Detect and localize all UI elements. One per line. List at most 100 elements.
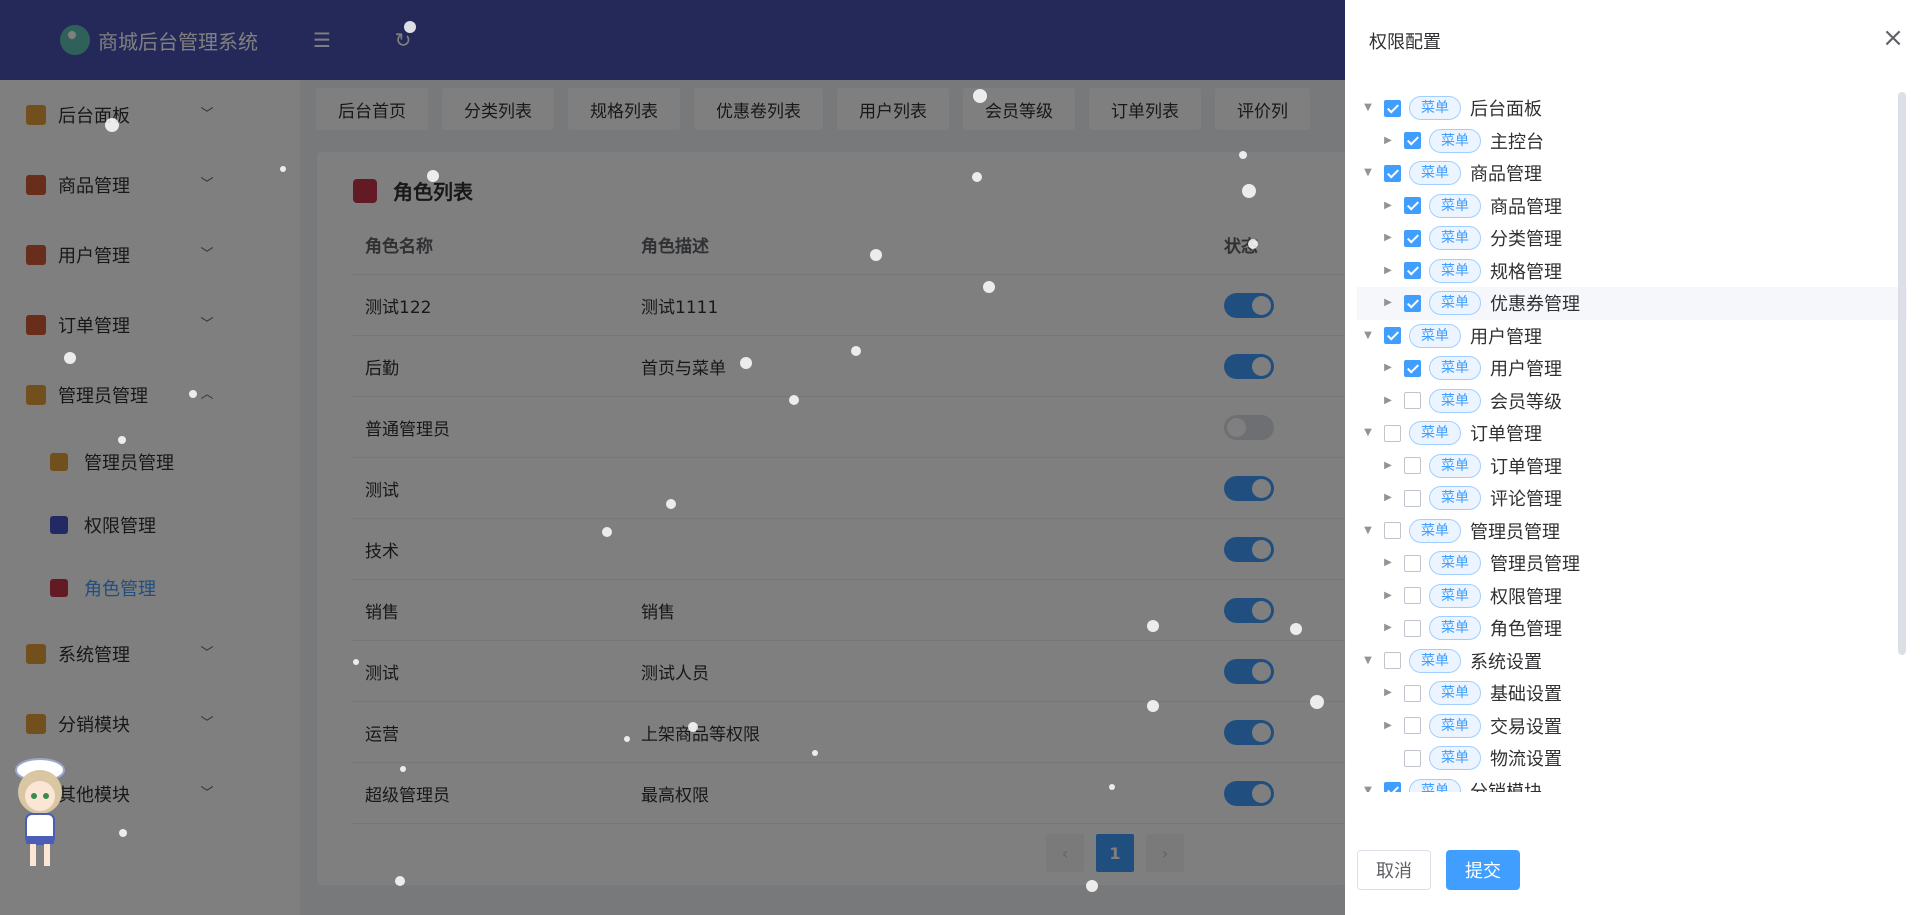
tree-node-label: 主控台 [1490,131,1544,153]
tree-checkbox[interactable] [1384,652,1401,670]
tree-node[interactable]: ▶ 菜单 权限管理 [1357,580,1907,613]
menu-tag: 菜单 [1429,746,1481,771]
submit-button[interactable]: 提交 [1446,850,1520,890]
caret-down-icon[interactable]: ▼ [1361,329,1375,343]
snowflake [400,766,406,772]
snowflake [972,172,982,182]
snowflake [789,395,799,405]
tree-checkbox[interactable] [1404,489,1421,507]
tree-node[interactable]: ▶ 菜单 分类管理 [1357,222,1907,255]
snowflake [666,499,676,509]
tree-node[interactable]: ▶ 菜单 管理员管理 [1357,547,1907,580]
caret-down-icon[interactable]: ▼ [1361,101,1375,115]
tree-checkbox[interactable] [1404,359,1421,377]
tree-checkbox[interactable] [1384,522,1401,540]
tree-node[interactable]: 菜单 物流设置 [1357,742,1907,775]
tree-checkbox[interactable] [1404,619,1421,637]
snowflake [189,390,197,398]
tree-checkbox[interactable] [1404,554,1421,572]
tree-node[interactable]: ▼ 菜单分销模块 [1357,775,1907,792]
tree-node[interactable]: ▶ 菜单 订单管理 [1357,450,1907,483]
caret-right-icon[interactable]: ▶ [1381,296,1395,310]
tree-node-label: 管理员管理 [1470,521,1560,543]
tree-node[interactable]: ▶ 菜单 主控台 [1357,125,1907,158]
tree-node[interactable]: ▶ 菜单 商品管理 [1357,190,1907,223]
tree-checkbox[interactable] [1404,457,1421,475]
caret-right-icon[interactable]: ▶ [1381,199,1395,213]
mascot-illustration [15,758,65,866]
caret-right-icon[interactable]: ▶ [1381,621,1395,635]
tree-checkbox[interactable] [1404,262,1421,280]
caret-right-icon[interactable]: ▶ [1381,264,1395,278]
tree-checkbox[interactable] [1404,197,1421,215]
tree-checkbox[interactable] [1404,132,1421,150]
tree-node[interactable]: ▶ 菜单 优惠券管理 [1357,287,1907,320]
caret-right-icon[interactable]: ▶ [1381,134,1395,148]
menu-tag: 菜单 [1409,96,1461,121]
tree-node[interactable]: ▶ 菜单 基础设置 [1357,677,1907,710]
tree-node-label: 管理员管理 [1490,554,1580,576]
tree-node[interactable]: ▼ 菜单 订单管理 [1357,417,1907,450]
tree-node[interactable]: ▶ 菜单 交易设置 [1357,710,1907,743]
caret-right-icon[interactable]: ▶ [1381,491,1395,505]
snowflake [870,249,882,261]
menu-tag: 菜单 [1429,583,1481,608]
caret-right-icon[interactable]: ▶ [1381,231,1395,245]
tree-checkbox[interactable] [1384,99,1401,117]
caret-down-icon[interactable]: ▼ [1361,654,1375,668]
tree-checkbox[interactable] [1404,717,1421,735]
tree-checkbox[interactable] [1404,294,1421,312]
tree-checkbox[interactable] [1384,164,1401,182]
caret-right-icon[interactable]: ▶ [1381,459,1395,473]
snowflake [1147,620,1159,632]
caret-down-icon[interactable]: ▼ [1361,166,1375,180]
tree-checkbox[interactable] [1404,684,1421,702]
tree-node[interactable]: ▼ 菜单 管理员管理 [1357,515,1907,548]
tree-checkbox[interactable] [1404,749,1421,767]
caret-right-icon[interactable]: ▶ [1381,394,1395,408]
tree-scrollbar[interactable] [1898,92,1906,655]
modal-overlay[interactable] [0,0,1345,915]
caret-spacer [1381,751,1395,765]
tree-node[interactable]: ▶ 菜单 会员等级 [1357,385,1907,418]
tree-node[interactable]: ▶ 菜单 规格管理 [1357,255,1907,288]
caret-right-icon[interactable]: ▶ [1381,719,1395,733]
tree-node-label: 分类管理 [1490,229,1562,251]
tree-node-label: 评论管理 [1490,489,1562,511]
snowflake [1086,880,1098,892]
tree-checkbox[interactable] [1404,392,1421,410]
tree-node-label: 商品管理 [1470,164,1542,186]
tree-checkbox[interactable] [1384,424,1401,442]
tree-node-label: 订单管理 [1490,456,1562,478]
tree-node-label: 分销模块 [1470,778,1542,792]
caret-down-icon[interactable]: ▼ [1361,784,1375,792]
tree-node[interactable]: ▶ 菜单 角色管理 [1357,612,1907,645]
tree-node[interactable]: ▼ 菜单 商品管理 [1357,157,1907,190]
snowflake [119,829,127,837]
caret-right-icon[interactable]: ▶ [1381,686,1395,700]
close-icon[interactable]: × [1881,25,1905,51]
snowflake [983,281,995,293]
snowflake [1147,700,1159,712]
drawer-title: 权限配置 [1369,32,1441,53]
tree-checkbox[interactable] [1404,587,1421,605]
tree-node[interactable]: ▼ 菜单 后台面板 [1357,92,1907,125]
cancel-button[interactable]: 取消 [1357,850,1431,890]
caret-right-icon[interactable]: ▶ [1381,556,1395,570]
snowflake [353,659,359,665]
snowflake [851,346,861,356]
tree-node[interactable]: ▼ 菜单 用户管理 [1357,320,1907,353]
caret-down-icon[interactable]: ▼ [1361,524,1375,538]
menu-tag: 菜单 [1429,291,1481,316]
snowflake [1248,239,1258,249]
tree-checkbox[interactable] [1384,327,1401,345]
tree-checkbox[interactable] [1384,782,1401,792]
caret-right-icon[interactable]: ▶ [1381,589,1395,603]
tree-node[interactable]: ▶ 菜单 用户管理 [1357,352,1907,385]
tree-node[interactable]: ▶ 菜单 评论管理 [1357,482,1907,515]
tree-checkbox[interactable] [1404,229,1421,247]
menu-tag: 菜单 [1409,161,1461,186]
tree-node[interactable]: ▼ 菜单 系统设置 [1357,645,1907,678]
caret-down-icon[interactable]: ▼ [1361,426,1375,440]
caret-right-icon[interactable]: ▶ [1381,361,1395,375]
